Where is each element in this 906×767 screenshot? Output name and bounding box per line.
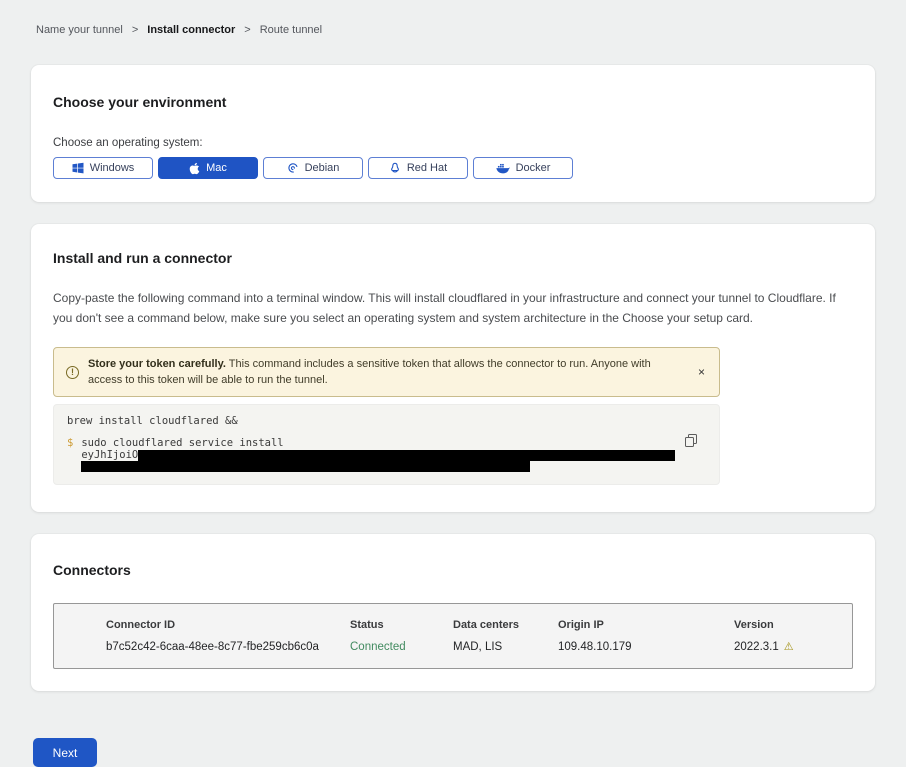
- install-card-title: Install and run a connector: [53, 250, 853, 266]
- column-header-origin-ip: Origin IP: [558, 619, 734, 631]
- windows-icon: [72, 162, 84, 174]
- breadcrumb-separator: >: [132, 24, 138, 36]
- os-button-label: Mac: [206, 162, 227, 174]
- apple-icon: [189, 162, 200, 175]
- breadcrumb-separator: >: [244, 24, 250, 36]
- table-row: b7c52c42-6caa-48ee-8c77-fbe259cb6c0a Con…: [106, 641, 852, 653]
- table-header-row: Connector ID Status Data centers Origin …: [106, 619, 852, 631]
- connectors-card-title: Connectors: [53, 562, 853, 578]
- docker-icon: [496, 163, 510, 174]
- token-warning-banner: ! Store your token carefully. This comma…: [53, 347, 720, 397]
- cell-data-centers: MAD, LIS: [453, 641, 558, 653]
- token-warning-bold: Store your token carefully.: [88, 358, 226, 370]
- breadcrumb-step-install-connector[interactable]: Install connector: [147, 24, 235, 36]
- redacted-token-bar: [81, 461, 530, 473]
- environment-card: Choose your environment Choose an operat…: [31, 65, 875, 202]
- redacted-token-bar: [138, 450, 675, 461]
- page: Name your tunnel > Install connector > R…: [0, 0, 906, 767]
- code-line-brew: brew install cloudflared &&: [67, 416, 706, 427]
- os-button-label: Windows: [90, 162, 135, 174]
- version-value: 2022.3.1: [734, 641, 779, 653]
- redhat-icon: [389, 162, 401, 174]
- os-button-docker[interactable]: Docker: [473, 157, 573, 179]
- os-button-debian[interactable]: Debian: [263, 157, 363, 179]
- breadcrumb-step-name-tunnel[interactable]: Name your tunnel: [36, 24, 123, 36]
- install-connector-card: Install and run a connector Copy-paste t…: [31, 224, 875, 512]
- cell-version: 2022.3.1 ⚠: [734, 641, 852, 653]
- os-button-label: Docker: [516, 162, 551, 174]
- environment-card-title: Choose your environment: [53, 94, 853, 110]
- shell-prompt: $: [67, 437, 73, 472]
- cell-connector-id: b7c52c42-6caa-48ee-8c77-fbe259cb6c0a: [106, 641, 350, 653]
- copy-icon[interactable]: [685, 434, 697, 447]
- status-badge: Connected: [350, 641, 453, 653]
- code-line-service-install: sudo cloudflared service install: [81, 437, 675, 449]
- os-button-label: Red Hat: [407, 162, 447, 174]
- close-icon[interactable]: ×: [695, 365, 708, 379]
- cell-origin-ip: 109.48.10.179: [558, 641, 734, 653]
- os-button-windows[interactable]: Windows: [53, 157, 153, 179]
- connectors-table: Connector ID Status Data centers Origin …: [53, 603, 853, 669]
- token-prefix: eyJhIjoiO: [81, 449, 138, 461]
- breadcrumb: Name your tunnel > Install connector > R…: [31, 0, 875, 36]
- next-button[interactable]: Next: [33, 738, 97, 767]
- alert-circle-icon: !: [66, 366, 79, 379]
- breadcrumb-step-route-tunnel[interactable]: Route tunnel: [260, 24, 322, 36]
- os-button-redhat[interactable]: Red Hat: [368, 157, 468, 179]
- os-button-label: Debian: [305, 162, 340, 174]
- install-description: Copy-paste the following command into a …: [53, 289, 853, 328]
- connectors-card: Connectors Connector ID Status Data cent…: [31, 534, 875, 691]
- code-line-token: eyJhIjoiO: [81, 449, 675, 461]
- warning-triangle-icon: ⚠: [784, 642, 794, 653]
- column-header-connector-id: Connector ID: [106, 619, 350, 631]
- column-header-status: Status: [350, 619, 453, 631]
- column-header-data-centers: Data centers: [453, 619, 558, 631]
- os-button-mac[interactable]: Mac: [158, 157, 258, 179]
- debian-icon: [287, 162, 299, 174]
- os-button-group: Windows Mac Debian: [53, 157, 853, 179]
- token-warning-text: Store your token carefully. This command…: [88, 356, 684, 388]
- os-select-label: Choose an operating system:: [53, 137, 853, 149]
- install-command-code-block: brew install cloudflared && $ sudo cloud…: [53, 404, 720, 485]
- column-header-version: Version: [734, 619, 852, 631]
